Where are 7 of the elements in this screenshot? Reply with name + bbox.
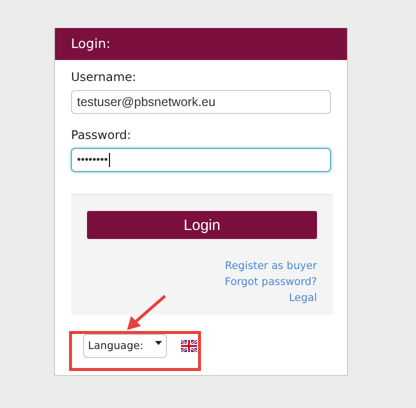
language-dropdown[interactable]: Language: — [83, 334, 168, 358]
password-field[interactable]: •••••••• — [71, 148, 331, 172]
login-button[interactable]: Login — [87, 211, 317, 239]
panel-title: Login: — [71, 36, 110, 52]
username-field[interactable]: testuser@pbsnetwork.eu — [71, 90, 331, 114]
field-label: Username: — [71, 70, 138, 84]
field-label: Password: — [71, 128, 132, 142]
